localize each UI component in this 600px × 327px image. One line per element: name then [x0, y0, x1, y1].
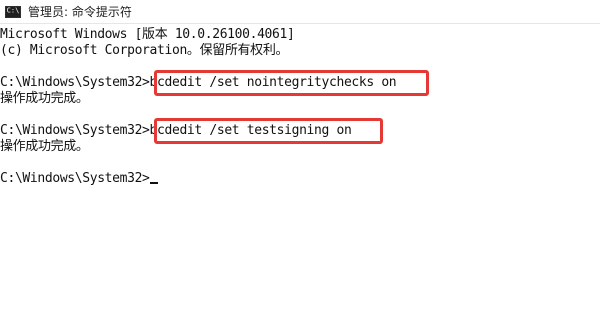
active-prompt-line[interactable]: C:\Windows\System32>: [0, 171, 158, 187]
command-text-1: bcdedit /set nointegritychecks on: [149, 75, 397, 90]
command-prompt-window: C:\ 管理员: 命令提示符 Microsoft Windows [版本 10.…: [0, 0, 600, 327]
title-bar[interactable]: C:\ 管理员: 命令提示符: [0, 0, 600, 24]
command-line-1: C:\Windows\System32>bcdedit /set nointeg…: [0, 75, 397, 91]
banner-line-copyright: (c) Microsoft Corporation。保留所有权利。: [0, 43, 289, 58]
prompt-text: C:\Windows\System32>: [0, 123, 150, 138]
console-output[interactable]: Microsoft Windows [版本 10.0.26100.4061] (…: [0, 27, 600, 327]
text-cursor: [149, 182, 158, 184]
command-result-1: 操作成功完成。: [0, 91, 89, 106]
window-title: 管理员: 命令提示符: [28, 4, 132, 19]
command-result-2: 操作成功完成。: [0, 139, 89, 154]
command-line-2: C:\Windows\System32>bcdedit /set testsig…: [0, 123, 352, 139]
banner-line-version: Microsoft Windows [版本 10.0.26100.4061]: [0, 27, 295, 42]
prompt-text: C:\Windows\System32>: [0, 171, 150, 186]
prompt-text: C:\Windows\System32>: [0, 75, 150, 90]
command-text-2: bcdedit /set testsigning on: [149, 123, 352, 138]
terminal-icon: C:\: [5, 5, 21, 18]
terminal-icon-glyph: C:\: [6, 6, 20, 15]
